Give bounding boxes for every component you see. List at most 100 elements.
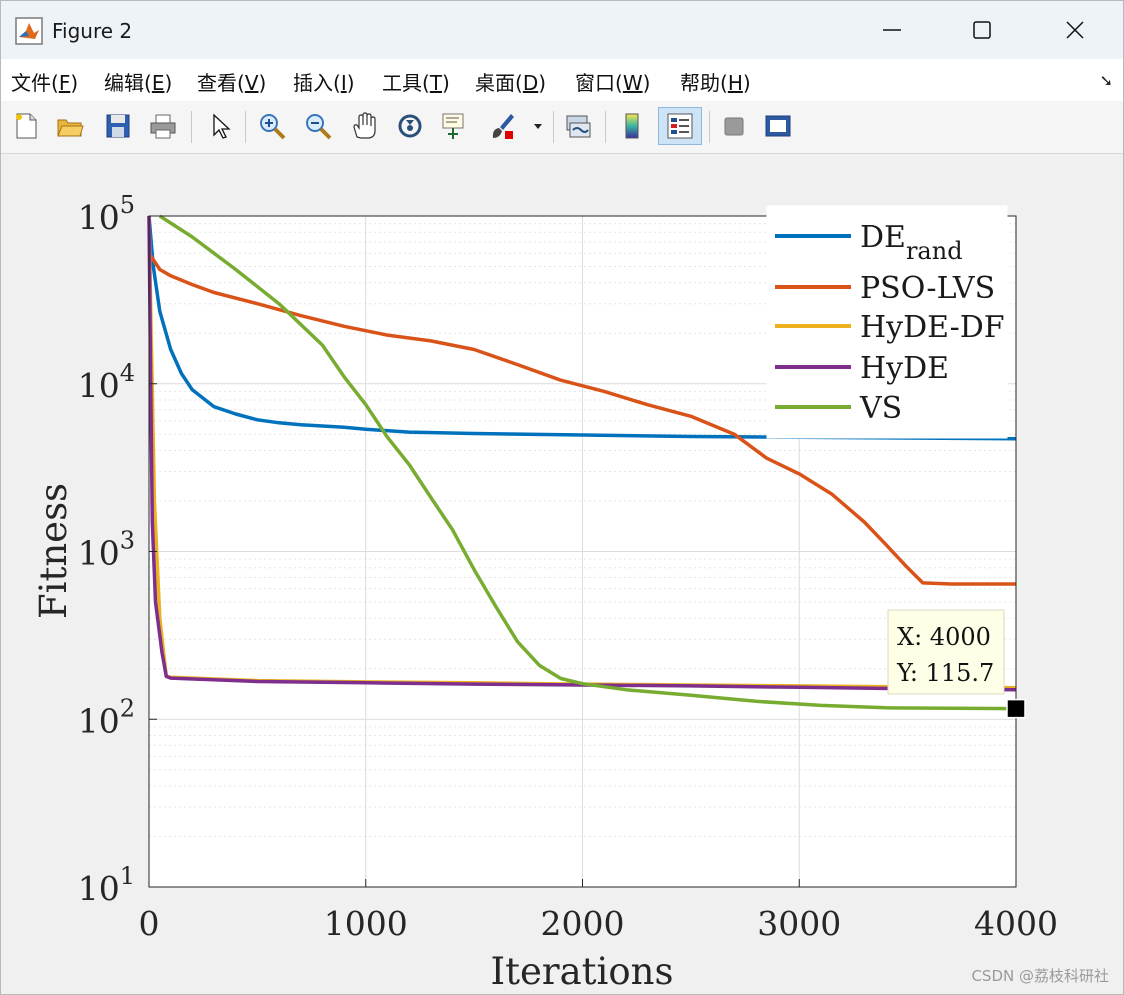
pointer-button[interactable] (203, 109, 237, 143)
menu-item-v[interactable]: 查看(V) (197, 67, 266, 96)
menu-item-label: 文件( (11, 71, 59, 95)
menu-item-label: 桌面( (475, 71, 523, 95)
menu-item-accesskey: H (727, 71, 743, 95)
data-tip-x: X: 4000 (897, 623, 991, 651)
x-tick-label: 0 (139, 904, 160, 943)
pointer-icon (213, 113, 231, 139)
menu-bar: ➘ 文件(F) 编辑(E) 查看(V) 插入(I) 工具(T) 桌面(D) 窗口(W) 帮助(… (1, 59, 1123, 101)
menu-item-accesskey: F (58, 71, 71, 95)
menu-item-label-tail: ) (258, 71, 267, 95)
legend-label-main: HyDE-DF (860, 310, 1005, 345)
menu-item-h[interactable]: 帮助(H) (680, 67, 751, 96)
menu-item-w[interactable]: 窗口(W) (575, 67, 650, 96)
y-tick-label: 101 (78, 862, 135, 908)
menu-item-label: 工具( (382, 71, 430, 95)
legend-label: HyDE (860, 351, 949, 386)
watermark: CSDN @荔枝科研社 (971, 967, 1109, 985)
menu-item-accesskey: V (244, 71, 259, 95)
menu-item-label: 查看( (197, 71, 245, 95)
y-axis-label: Fitness (32, 483, 75, 619)
show-plot-tools-icon (765, 115, 791, 137)
data-cursor-button[interactable] (437, 109, 471, 143)
hide-plot-tools-button[interactable] (717, 109, 751, 143)
menu-item-label-tail: ) (442, 71, 450, 95)
y-tick-exponent: 4 (120, 359, 135, 387)
y-tick-base: 10 (78, 534, 120, 573)
close-button[interactable] (1058, 13, 1092, 47)
title-bar[interactable]: Figure 2 (1, 1, 1123, 59)
zoom-in-button[interactable] (255, 109, 289, 143)
brush-icon (492, 114, 514, 139)
x-tick-label: 1000 (324, 904, 408, 943)
menu-item-label-tail: ) (538, 71, 547, 95)
legend-label: PSO-LVS (860, 271, 995, 306)
y-tick-exponent: 1 (120, 862, 135, 890)
x-tick-label: 2000 (541, 904, 625, 943)
figure-window: Figure 2 ➘ 文件(F) 编辑(E) 查看(V) 插入(I) 工具(T) 桌面(D… (0, 0, 1124, 995)
y-tick-label: 103 (78, 527, 135, 573)
menu-item-label: 窗口( (575, 71, 623, 95)
x-tick-label: 4000 (974, 904, 1058, 943)
y-tick-exponent: 5 (120, 191, 135, 219)
link-plot-icon (566, 115, 591, 138)
minimize-button[interactable] (875, 13, 909, 47)
legend-label-main: HyDE (860, 351, 949, 386)
maximize-icon (973, 21, 991, 39)
y-tick-label: 104 (78, 359, 135, 405)
insert-legend-button[interactable] (658, 107, 702, 145)
window-title: Figure 2 (52, 19, 133, 43)
legend[interactable]: DErand PSO-LVS HyDE-DF HyDE VS (766, 205, 1008, 439)
menu-item-t[interactable]: 工具(T) (382, 67, 450, 96)
print-icon (150, 114, 176, 139)
figure-toolbar (1, 101, 1123, 154)
menu-item-label-tail: ) (742, 71, 751, 95)
menu-item-label-tail: ) (346, 71, 355, 95)
x-axis-label: Iterations (491, 950, 674, 993)
data-tip-marker (1006, 698, 1026, 719)
maximize-button[interactable] (965, 13, 999, 47)
print-button[interactable] (146, 109, 180, 143)
menu-item-label-tail: ) (164, 71, 173, 95)
menu-item-e[interactable]: 编辑(E) (104, 67, 172, 96)
insert-colorbar-button[interactable] (615, 109, 649, 143)
data-cursor-icon (442, 113, 464, 139)
brush-dropdown-button[interactable] (529, 109, 547, 143)
menu-item-accesskey: E (151, 71, 165, 95)
figure-area: 0 1000 2000 3000 4000 101 102 103 104 105 Iterati… (1, 154, 1123, 994)
new-figure-button[interactable] (9, 109, 43, 143)
open-file-button[interactable] (53, 109, 87, 143)
matlab-icon (15, 17, 43, 45)
menu-item-accesskey: T (429, 71, 443, 95)
zoom-out-button[interactable] (301, 109, 335, 143)
legend-label: HyDE-DF (860, 310, 1005, 345)
menu-item-d[interactable]: 桌面(D) (475, 67, 546, 96)
zoom-out-icon (306, 114, 332, 140)
zoom-in-icon (260, 114, 286, 140)
dock-arrow-icon[interactable]: ➘ (1100, 71, 1113, 90)
hide-plot-tools-icon (724, 117, 744, 136)
show-plot-tools-button[interactable] (761, 109, 795, 143)
legend-label-main: PSO-LVS (860, 271, 995, 306)
legend-icon (667, 113, 693, 139)
toolbar-separator (709, 111, 710, 143)
toolbar-separator (605, 111, 606, 143)
colorbar-icon (625, 113, 639, 139)
menu-item-accesskey: W (622, 71, 643, 95)
pan-hand-icon (353, 112, 376, 139)
legend-label-main: DE (860, 220, 906, 255)
menu-item-i[interactable]: 插入(I) (293, 67, 355, 96)
data-tip-y: Y: 115.7 (896, 659, 994, 687)
toolbar-separator (553, 111, 554, 143)
menu-item-f[interactable]: 文件(F) (11, 67, 78, 96)
convergence-chart[interactable]: 0 1000 2000 3000 4000101102103104105 Iterati… (1, 154, 1123, 994)
pan-button[interactable] (347, 109, 381, 143)
minimize-icon (883, 29, 901, 31)
y-tick-exponent: 3 (120, 527, 135, 555)
link-plot-button[interactable] (561, 109, 595, 143)
new-figure-icon (16, 113, 37, 139)
brush-button[interactable] (485, 109, 519, 143)
save-icon (106, 114, 130, 138)
open-file-icon (57, 119, 84, 137)
save-button[interactable] (101, 109, 135, 143)
rotate-3d-button[interactable] (393, 109, 427, 143)
